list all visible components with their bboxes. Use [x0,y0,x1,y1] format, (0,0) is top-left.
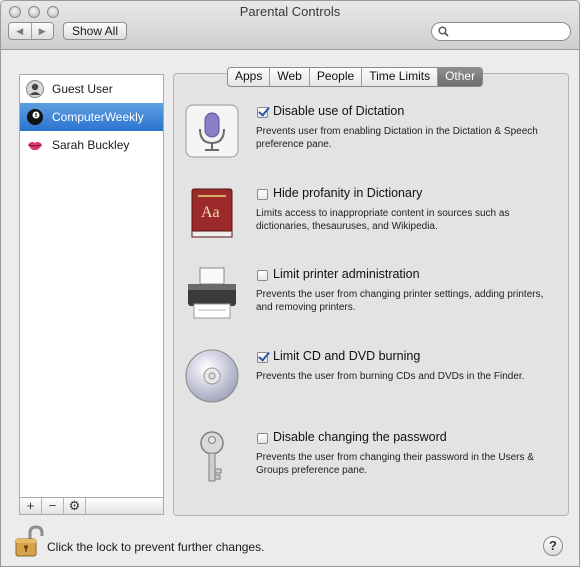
title-bar: Parental Controls ◀ ▶ Show All [1,1,579,50]
microphone-icon [185,104,239,158]
user-item-computerweekly[interactable]: 8 ComputerWeekly [20,103,163,131]
limit-printer-checkbox[interactable] [257,270,268,281]
forward-button[interactable]: ▶ [32,23,54,39]
tab-people[interactable]: People [310,68,363,86]
disable-password-change-checkbox[interactable] [257,433,268,444]
back-button[interactable]: ◀ [9,23,32,39]
user-item-sarah-buckley[interactable]: Sarah Buckley [20,131,163,159]
cd-disc-icon [185,349,239,403]
window-title: Parental Controls [239,4,341,19]
tab-bar: Apps Web People Time Limits Other [227,67,484,87]
parental-controls-window: Parental Controls ◀ ▶ Show All Guest Use… [0,0,580,567]
user-list: Guest User 8 ComputerWeekly Sarah Buckle… [19,74,164,498]
lips-avatar-icon [26,136,44,154]
disable-dictation-checkbox[interactable] [257,107,268,118]
user-item-guest-user[interactable]: Guest User [20,75,163,103]
8-ball-avatar-icon: 8 [26,108,44,126]
search-icon [438,26,449,37]
dictionary-book-icon: Aa [191,188,233,238]
lock-bar: Click the lock to prevent further change… [1,521,579,566]
option-description: Limits access to inappropriate content i… [256,208,510,232]
svg-text:8: 8 [34,113,37,119]
tab-apps[interactable]: Apps [228,68,271,86]
search-input[interactable] [452,24,568,40]
user-list-controls: + − ⚙ [19,497,164,515]
action-gear-button[interactable]: ⚙ [64,498,86,514]
back-forward-buttons: ◀ ▶ [8,22,54,40]
option-description: Prevents user from enabling Dictation in… [256,126,538,150]
option-description: Prevents the user from burning CDs and D… [256,371,525,382]
option-label: Limit CD and DVD burning [273,349,421,363]
user-name: Sarah Buckley [52,138,130,152]
tab-web[interactable]: Web [270,68,310,86]
hide-profanity-checkbox[interactable] [257,189,268,200]
remove-user-button[interactable]: − [42,498,64,514]
tab-other[interactable]: Other [438,68,483,86]
printer-icon [188,267,236,319]
limit-cd-dvd-checkbox[interactable] [257,352,268,363]
search-field[interactable] [431,22,571,41]
key-icon [200,431,224,482]
option-label: Disable changing the password [273,430,447,444]
option-label: Hide profanity in Dictionary [273,186,423,200]
unlocked-padlock-icon[interactable] [14,525,44,559]
add-user-button[interactable]: + [20,498,42,514]
option-description: Prevents the user from changing their pa… [256,452,534,476]
user-name: Guest User [52,82,113,96]
book-cover-text: Aa [201,204,220,221]
show-all-button[interactable]: Show All [63,22,127,40]
option-label: Limit printer administration [273,267,420,281]
option-description: Prevents the user from changing printer … [256,289,544,313]
guest-user-avatar-icon [26,80,44,98]
tab-time-limits[interactable]: Time Limits [362,68,439,86]
help-button[interactable]: ? [543,536,563,556]
option-label: Disable use of Dictation [273,104,405,118]
user-name: ComputerWeekly [52,110,144,124]
lock-status-text: Click the lock to prevent further change… [47,540,265,554]
